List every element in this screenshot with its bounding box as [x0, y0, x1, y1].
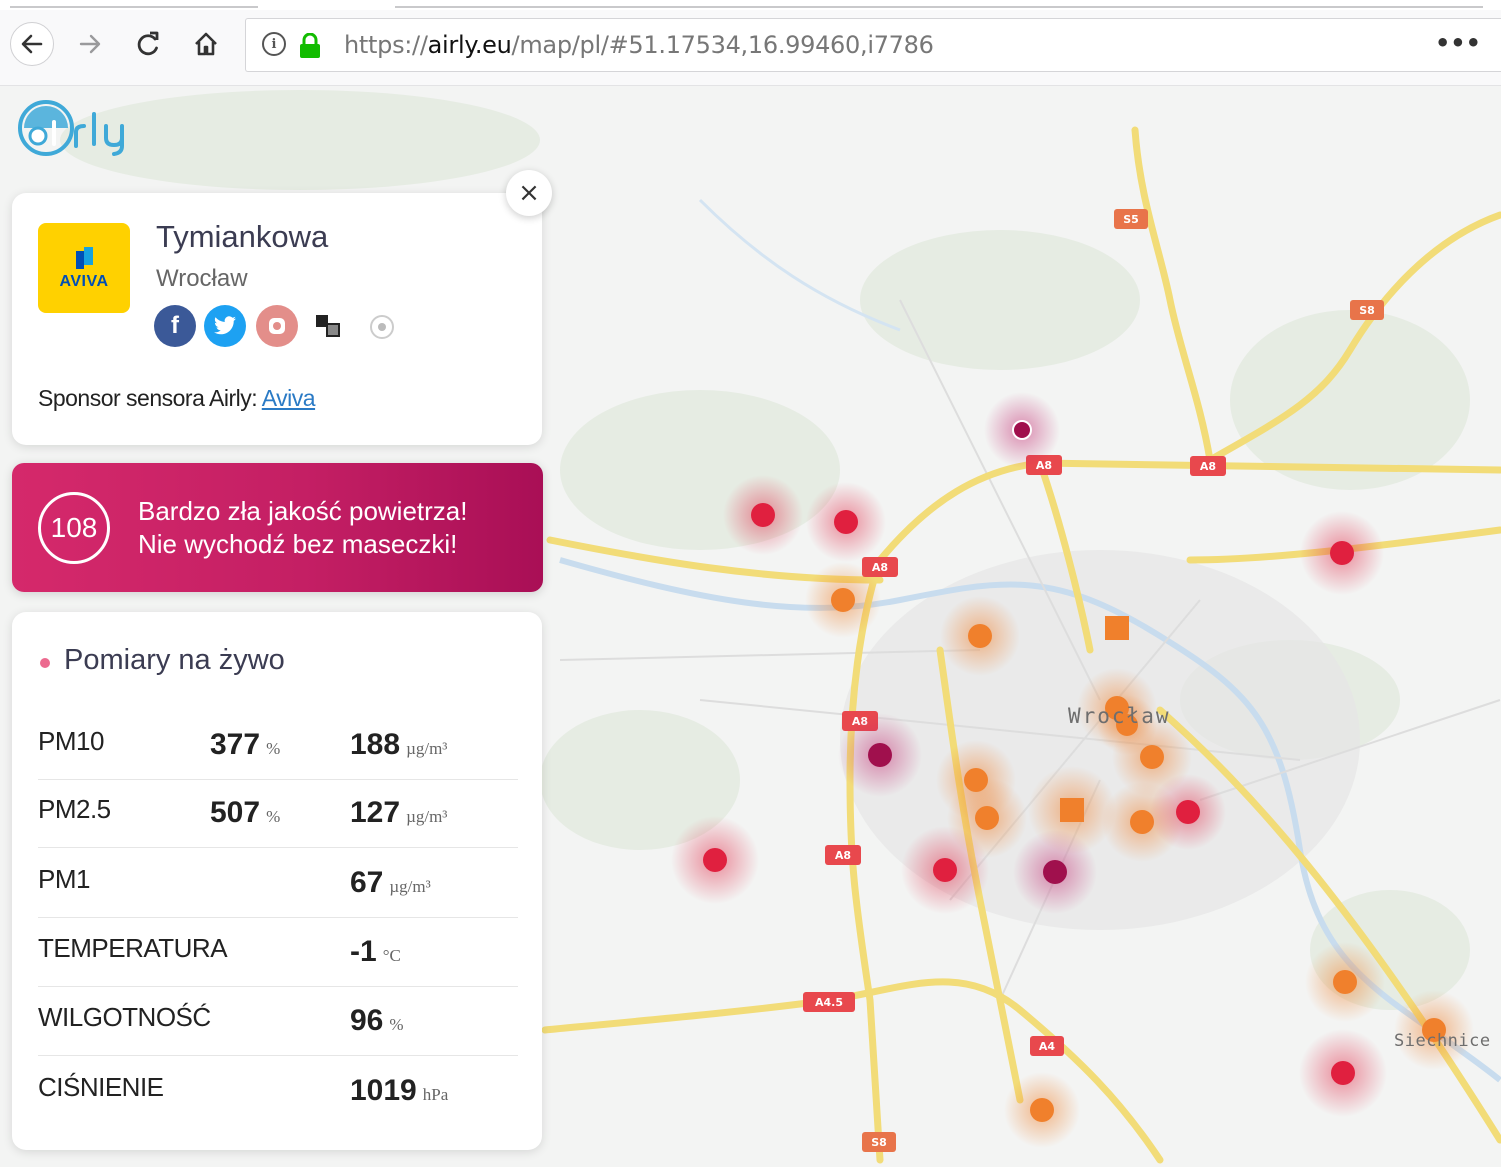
- sensor-marker-bad[interactable]: [1150, 774, 1226, 850]
- sensor-info-card: AVIVA Tymiankowa Wrocław f Sponsor senso…: [12, 193, 542, 445]
- home-icon[interactable]: [184, 22, 228, 66]
- sensor-name: Tymiankowa: [156, 219, 329, 254]
- sponsor-logo-text: AVIVA: [59, 273, 109, 290]
- live-measurements-card: Pomiary na żywo PM10 377% 188 µg/m³ PM2.5…: [12, 612, 542, 1150]
- url-path: /map/pl/#51.17534,16.99460,i7786: [511, 31, 934, 59]
- svg-text:S8: S8: [871, 1136, 887, 1149]
- close-panel-button[interactable]: ×: [506, 170, 552, 216]
- location-icon[interactable]: [370, 315, 394, 339]
- sponsor-line: Sponsor sensora Airly: Aviva: [38, 385, 316, 412]
- sensor-marker-square-moderate[interactable]: [1105, 616, 1129, 640]
- svg-text:S8: S8: [1359, 304, 1375, 317]
- aviva-flag-icon: [76, 247, 93, 269]
- air-quality-alert: 108 Bardzo zła jakość powietrza! Nie wyc…: [12, 463, 543, 592]
- svg-text:A8: A8: [1200, 460, 1216, 473]
- measurement-value: 96%: [350, 1004, 404, 1037]
- live-measurements-title: Pomiary na żywo: [64, 644, 285, 676]
- measurement-value: 127 µg/m³: [350, 796, 448, 829]
- measurement-row-temperature: TEMPERATURA -1 °C: [38, 919, 518, 987]
- sensor-marker-moderate[interactable]: [1394, 990, 1474, 1070]
- measurement-name: PM1: [38, 864, 90, 894]
- sponsor-link[interactable]: Aviva: [262, 385, 316, 411]
- website-icon[interactable]: [314, 313, 342, 341]
- measurement-value: 188 µg/m³: [350, 728, 448, 761]
- sensor-marker-bad[interactable]: [1299, 1029, 1387, 1117]
- measurement-name: PM10: [38, 726, 104, 756]
- measurement-value: 67 µg/m³: [350, 866, 431, 899]
- svg-text:S5: S5: [1123, 213, 1139, 226]
- measurement-row-humidity: WILGOTNOŚĆ 96%: [38, 988, 518, 1056]
- more-icon[interactable]: •••: [1435, 29, 1481, 57]
- sensor-marker-bad[interactable]: [671, 816, 759, 904]
- measurement-name: TEMPERATURA: [38, 933, 228, 963]
- road-badge-s8-east: S8: [1350, 300, 1384, 320]
- road-badge-a8-east: A8: [1190, 456, 1226, 476]
- measurement-value: -1 °C: [350, 935, 401, 968]
- road-badge-a8-west-lower: A8: [825, 845, 861, 865]
- instagram-icon[interactable]: [256, 305, 298, 347]
- sensor-marker-moderate[interactable]: [805, 562, 881, 638]
- info-icon[interactable]: i: [262, 32, 286, 56]
- url-prefix: https://: [344, 31, 428, 59]
- svg-text:A4.5: A4.5: [815, 996, 843, 1009]
- sensor-marker-bad[interactable]: [901, 826, 989, 914]
- city-label-wroclaw: Wrocław: [1068, 704, 1171, 728]
- url-text[interactable]: https://airly.eu/map/pl/#51.17534,16.994…: [344, 31, 934, 59]
- sponsor-label: Sponsor sensora Airly:: [38, 385, 258, 411]
- measurement-row-pm25: PM2.5 507% 127 µg/m³: [38, 780, 518, 848]
- lock-icon[interactable]: [298, 33, 322, 59]
- sensor-city: Wrocław: [156, 265, 248, 292]
- back-arrow-icon[interactable]: [10, 22, 54, 66]
- alert-headline: Bardzo zła jakość powietrza!: [138, 496, 468, 526]
- measurement-row-pm1: PM1 67 µg/m³: [38, 850, 518, 918]
- alert-advice: Nie wychodź bez maseczki!: [138, 529, 458, 559]
- sensor-marker-bad[interactable]: [1300, 511, 1384, 595]
- sensor-marker-moderate[interactable]: [940, 596, 1020, 676]
- airly-logo[interactable]: [16, 92, 156, 162]
- sensor-marker-moderate[interactable]: [1305, 942, 1385, 1022]
- browser-toolbar: i https://airly.eu/map/pl/#51.17534,16.9…: [0, 0, 1501, 86]
- url-host: airly.eu: [427, 31, 512, 59]
- sensor-marker-bad[interactable]: [723, 475, 803, 555]
- sensor-marker-very-bad[interactable]: [838, 713, 922, 797]
- measurement-row-pm10: PM10 377% 188 µg/m³: [38, 712, 518, 780]
- sensor-marker-bad[interactable]: [806, 482, 886, 562]
- measurement-row-pressure: CIŚNIENIE 1019 hPa: [38, 1058, 518, 1126]
- facebook-icon[interactable]: f: [154, 305, 196, 347]
- sensor-marker-very-bad[interactable]: [984, 392, 1060, 468]
- url-bar[interactable]: i https://airly.eu/map/pl/#51.17534,16.9…: [245, 18, 1501, 72]
- measurement-percent: 507%: [210, 796, 281, 829]
- live-indicator-dot: [40, 658, 50, 668]
- reload-icon[interactable]: [126, 22, 170, 66]
- forward-arrow-icon[interactable]: [68, 22, 112, 66]
- svg-text:A8: A8: [835, 849, 851, 862]
- road-badge-a4-5: A4.5: [803, 992, 855, 1012]
- measurement-name: WILGOTNOŚĆ: [38, 1002, 211, 1032]
- measurement-value: 1019 hPa: [350, 1074, 449, 1107]
- sensor-marker-moderate[interactable]: [1004, 1072, 1080, 1148]
- svg-text:A8: A8: [872, 561, 888, 574]
- city-label-siechnice: Siechnice: [1394, 1031, 1491, 1051]
- measurement-name: CIŚNIENIE: [38, 1072, 164, 1102]
- road-badge-s5-north: S5: [1114, 209, 1148, 229]
- svg-text:A4: A4: [1039, 1040, 1056, 1053]
- measurement-percent: 377%: [210, 728, 281, 761]
- road-badge-a4-south: A4: [1030, 1036, 1064, 1056]
- sponsor-logo[interactable]: AVIVA: [38, 223, 130, 313]
- sensor-marker-very-bad[interactable]: [1013, 830, 1097, 914]
- road-badge-s8-south: S8: [862, 1132, 896, 1152]
- twitter-icon[interactable]: [204, 305, 246, 347]
- caqi-index-badge: 108: [38, 492, 110, 564]
- tab-strip: [0, 0, 1501, 10]
- measurement-name: PM2.5: [38, 794, 111, 824]
